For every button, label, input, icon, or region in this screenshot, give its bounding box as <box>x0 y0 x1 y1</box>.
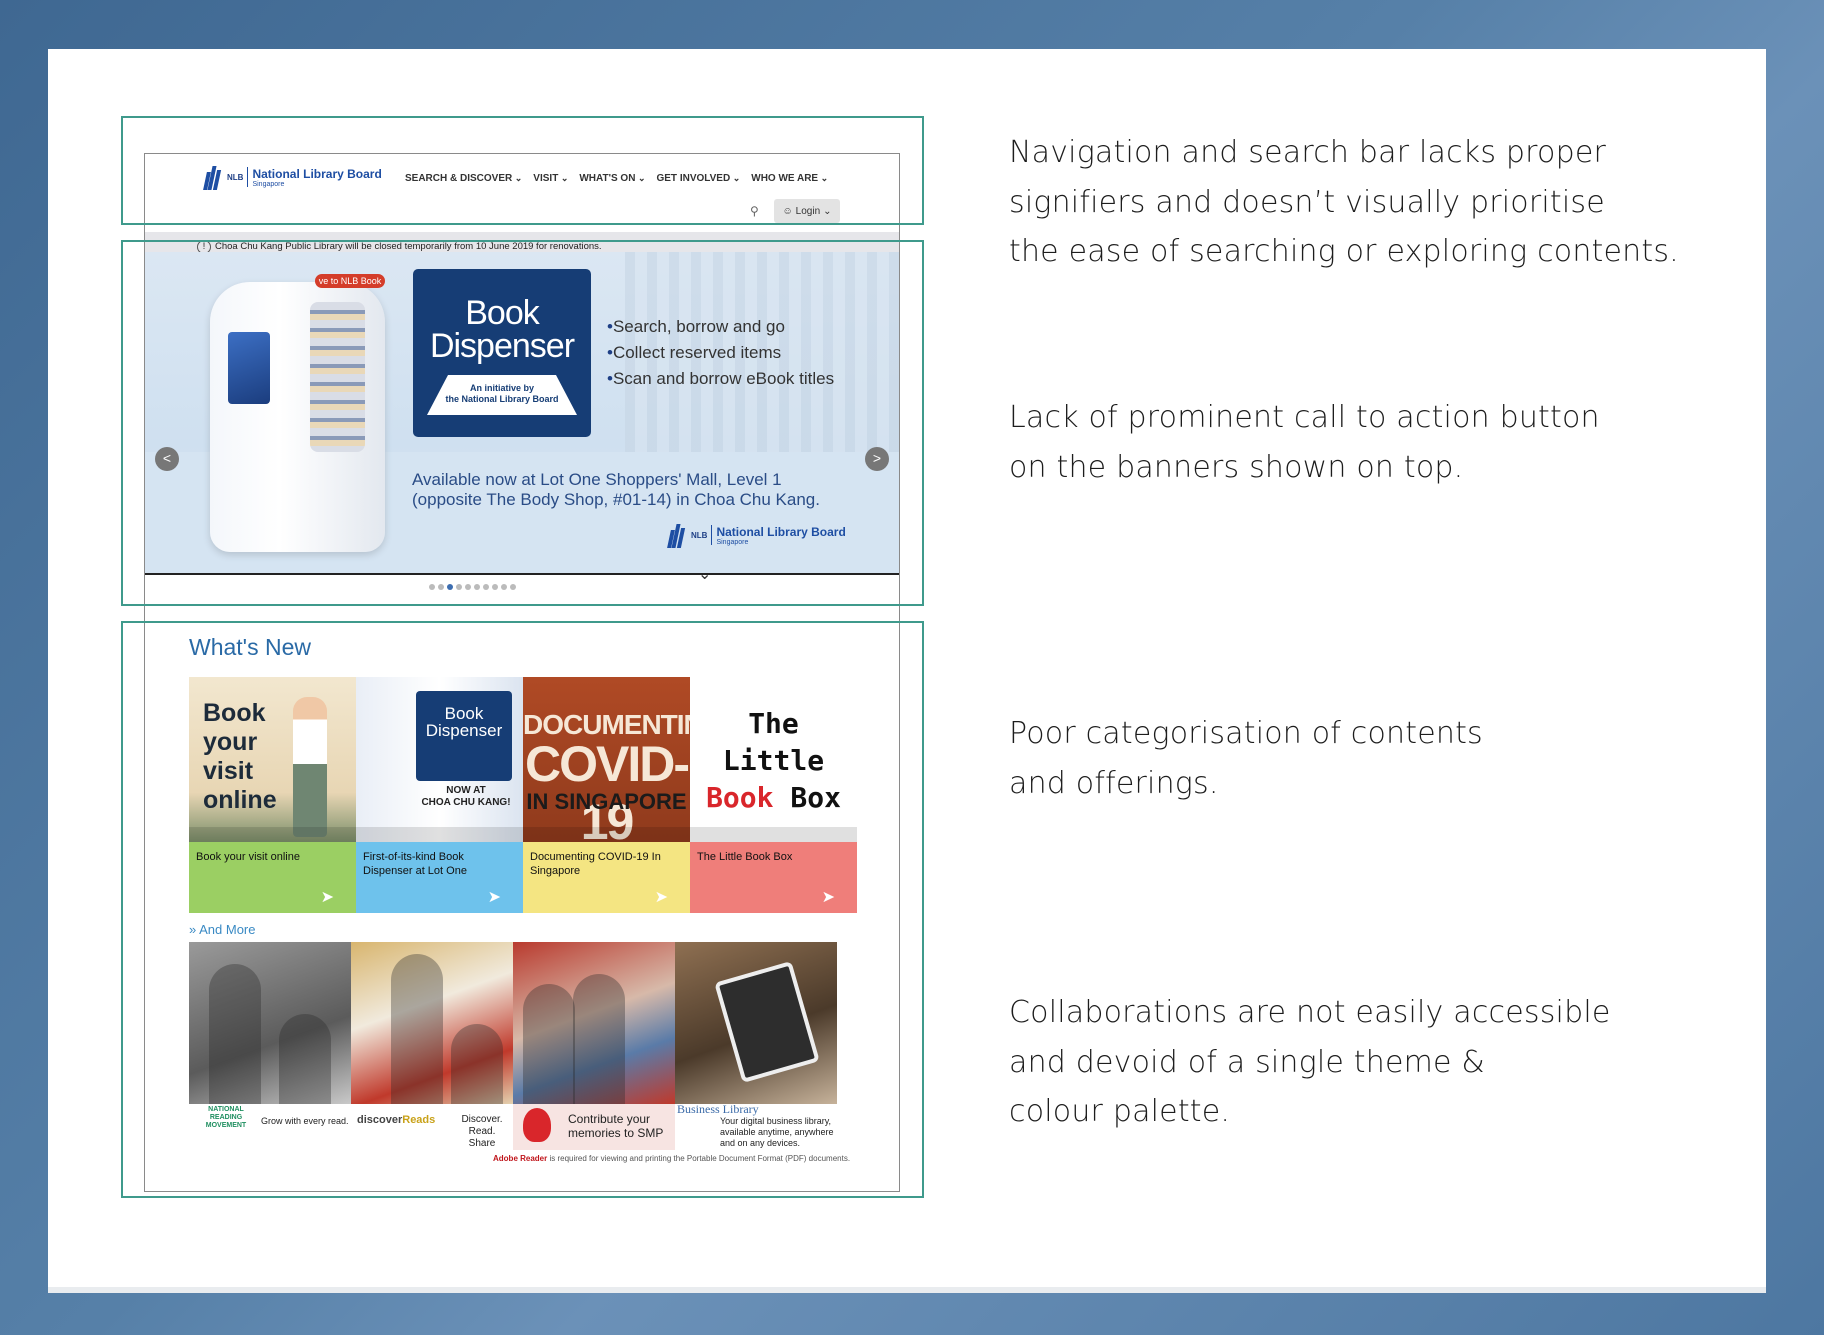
note-line: the ease of searching or exploring conte… <box>1009 234 1679 269</box>
note-line: and offerings. <box>1009 765 1219 801</box>
note-navigation: Navigation and search bar lacks proper s… <box>1009 128 1729 277</box>
highlight-banner <box>121 240 924 606</box>
note-line: Lack of prominent call to action button <box>1009 400 1600 435</box>
note-line: Navigation and search bar lacks proper <box>1009 135 1607 170</box>
note-line: Poor categorisation of contents <box>1009 716 1483 751</box>
card-shadow <box>48 1287 1766 1293</box>
highlight-content <box>121 621 924 1198</box>
highlight-navigation <box>121 116 924 225</box>
note-line: signifiers and doesn’t visually prioriti… <box>1009 184 1605 220</box>
note-line: and devoid of a single theme & <box>1009 1044 1486 1080</box>
note-banner: Lack of prominent call to action button … <box>1009 393 1729 492</box>
note-collaborations: Collaborations are not easily accessible… <box>1009 988 1729 1137</box>
note-line: on the banners shown on top. <box>1009 449 1464 485</box>
note-line: Collaborations are not easily accessible <box>1009 995 1611 1030</box>
note-line: colour palette. <box>1009 1094 1231 1129</box>
note-categorisation: Poor categorisation of contents and offe… <box>1009 709 1729 808</box>
